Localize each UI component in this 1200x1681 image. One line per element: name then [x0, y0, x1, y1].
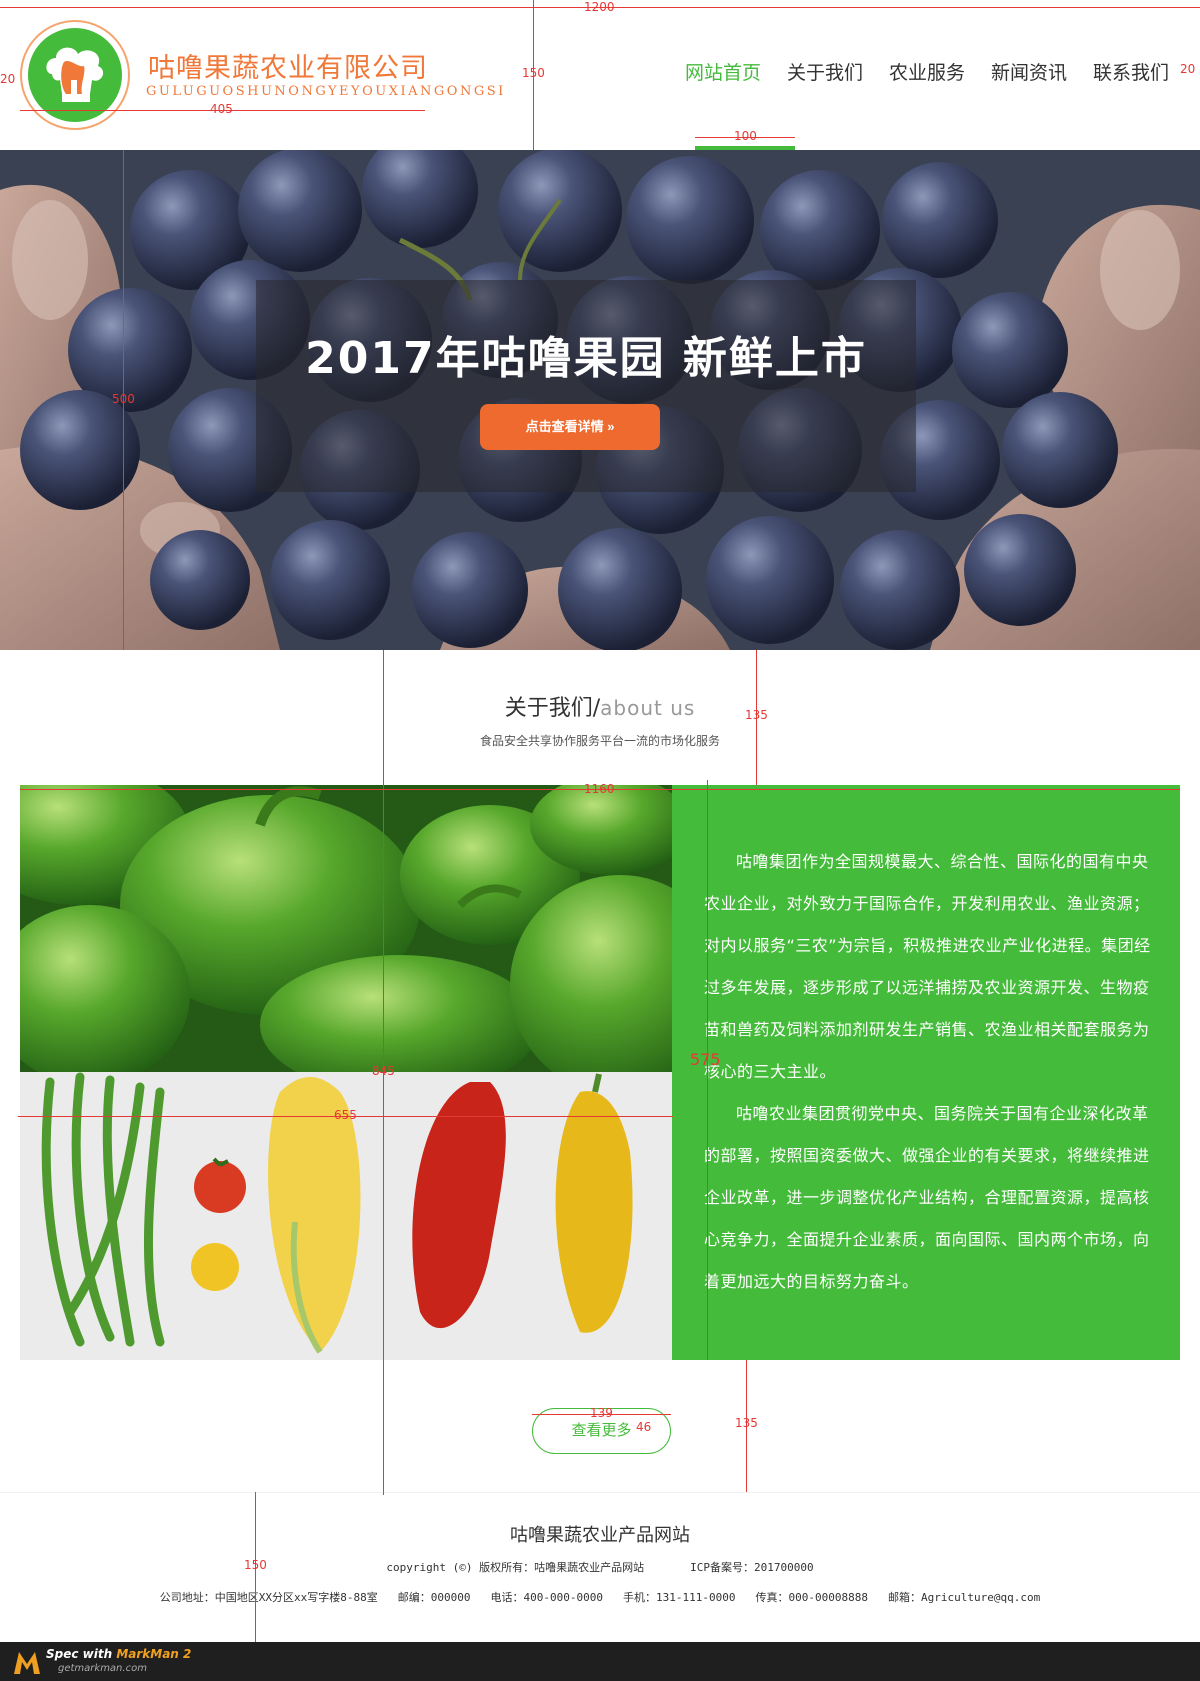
- measure-label: 575: [690, 1050, 721, 1069]
- main-nav: 网站首页 关于我们 农业服务 新闻资讯 联系我们: [672, 58, 1182, 88]
- measure-label: 655: [334, 1108, 357, 1122]
- measure-label: 46: [636, 1420, 652, 1434]
- measure-line: [707, 780, 708, 1360]
- about-paragraph: 咕噜集团作为全国规模最大、综合性、国际化的国有中央农业企业，对外致力于国际合作，…: [704, 852, 1151, 1081]
- about-content: 咕噜集团作为全国规模最大、综合性、国际化的国有中央农业企业，对外致力于国际合作，…: [20, 785, 1180, 1360]
- green-peppers-photo: [20, 785, 672, 1072]
- address-text: 公司地址：中国地区XX分区xx写字楼8-88室: [159, 1591, 378, 1604]
- about-text-panel: 咕噜集团作为全国规模最大、综合性、国际化的国有中央农业企业，对外致力于国际合作，…: [672, 785, 1180, 1360]
- measure-label: 500: [112, 392, 135, 406]
- measure-label: 20: [1180, 62, 1196, 76]
- markman-url: getmarkman.com: [58, 1663, 147, 1674]
- hero-banner: 2017年咕噜果园 新鲜上市 点击查看详情 »: [0, 150, 1200, 650]
- measure-label: 845: [372, 1064, 395, 1078]
- zip-text: 邮编：000000: [397, 1591, 471, 1604]
- measure-label: 150: [244, 1558, 267, 1572]
- about-paragraph: 咕噜农业集团贯彻党中央、国务院关于国有企业深化改革的部署，按照国资委做大、做强企…: [704, 1104, 1150, 1291]
- logo[interactable]: [20, 20, 130, 130]
- footer-title: 咕噜果蔬农业产品网站: [510, 1525, 690, 1546]
- hero-caption-box: 2017年咕噜果园 新鲜上市 点击查看详情 »: [256, 280, 916, 492]
- measure-label: 139: [590, 1406, 613, 1420]
- about-heading: 关于我们/about us 食品安全共享协作服务平台一流的市场化服务: [0, 690, 1200, 749]
- copyright-text: copyright (©) 版权所有：咕噜果蔬农业产品网站: [386, 1561, 645, 1574]
- chef-hat-icon: [28, 28, 122, 122]
- footer-copyright-line: copyright (©) 版权所有：咕噜果蔬农业产品网站 ICP备案号：2017…: [0, 1559, 1200, 1575]
- measure-label: 100: [734, 129, 757, 143]
- measure-label: 135: [735, 1416, 758, 1430]
- mobile-text: 手机：131-111-0000: [623, 1591, 736, 1604]
- footer-contact-line: 公司地址：中国地区XX分区xx写字楼8-88室 邮编：000000 电话：400-0…: [0, 1589, 1200, 1605]
- measure-label: 135: [745, 708, 768, 722]
- measure-label: 1200: [584, 0, 615, 14]
- section-subtitle: 食品安全共享协作服务平台一流的市场化服务: [479, 734, 720, 748]
- phone-text: 电话：400-000-0000: [490, 1591, 604, 1604]
- nav-item-home[interactable]: 网站首页: [672, 58, 774, 88]
- section-title-en: about us: [600, 696, 696, 720]
- markman-bar: Spec with MarkMan 2 getmarkman.com: [0, 1642, 1200, 1681]
- measure-label: 150: [522, 66, 545, 80]
- nav-item-contact[interactable]: 联系我们: [1080, 58, 1182, 88]
- nav-item-services[interactable]: 农业服务: [876, 58, 978, 88]
- site-header: 咕噜果蔬农业有限公司 GULUGUOSHUNONGYEYOUXIANGONGSI…: [0, 0, 1200, 150]
- email-text: 邮箱：Agriculture@qq.com: [887, 1591, 1041, 1604]
- hero-title: 2017年咕噜果园 新鲜上市: [305, 333, 867, 384]
- brand-name-en: GULUGUOSHUNONGYEYOUXIANGONGSI: [146, 84, 506, 99]
- nav-item-news[interactable]: 新闻资讯: [978, 58, 1080, 88]
- section-title: 关于我们/about us: [0, 690, 1200, 722]
- section-title-cn: 关于我们/: [504, 696, 601, 721]
- measure-label: 405: [210, 102, 233, 116]
- site-footer: 咕噜果蔬农业产品网站 copyright (©) 版权所有：咕噜果蔬农业产品网站…: [0, 1492, 1200, 1642]
- brand-name-cn: 咕噜果蔬农业有限公司: [148, 53, 428, 84]
- fax-text: 传真：000-00008888: [755, 1591, 868, 1604]
- markman-spec-text: Spec with MarkMan 2: [46, 1647, 192, 1661]
- markman-logo-icon: [14, 1652, 40, 1674]
- nav-item-about[interactable]: 关于我们: [774, 58, 876, 88]
- measure-label: 1160: [584, 782, 615, 796]
- icp-text: ICP备案号：201700000: [690, 1561, 814, 1574]
- view-details-button[interactable]: 点击查看详情 »: [480, 404, 660, 450]
- measure-label: 20: [0, 72, 16, 86]
